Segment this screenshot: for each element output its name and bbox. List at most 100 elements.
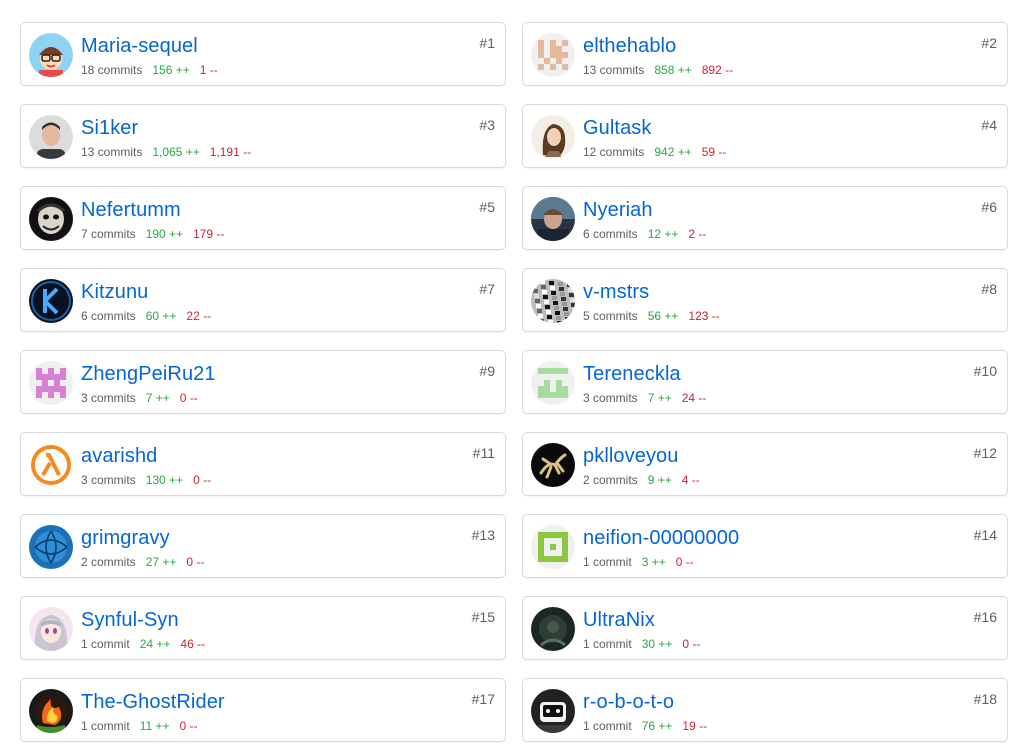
contributor-name-link[interactable]: r-o-b-o-t-o [583, 690, 674, 714]
contributor-name-link[interactable]: pklloveyou [583, 444, 679, 468]
contributor-name-link[interactable]: avarishd [81, 444, 157, 468]
rank-label: #3 [479, 117, 495, 133]
rank-label: #9 [479, 363, 495, 379]
deletions-count: 0 -- [179, 719, 198, 733]
contributor-name-link[interactable]: Gultask [583, 116, 652, 140]
additions-count: 60 ++ [145, 309, 177, 323]
additions-count: 858 ++ [654, 63, 692, 77]
avatar[interactable] [531, 689, 575, 733]
contributor-card: Nefertumm 7 commits 190 ++ 179 -- #5 [20, 186, 506, 250]
avatar[interactable] [531, 361, 575, 405]
contributor-name-link[interactable]: grimgravy [81, 526, 170, 550]
additions-count: 190 ++ [145, 227, 184, 241]
commit-count: 6 commits [583, 227, 638, 241]
avatar[interactable] [29, 33, 73, 77]
contributor-card: pklloveyou 2 commits 9 ++ 4 -- #12 [522, 432, 1008, 496]
rank-label: #17 [471, 691, 495, 707]
deletions-count: 0 -- [675, 555, 694, 569]
deletions-count: 24 -- [681, 391, 707, 405]
deletions-count: 59 -- [701, 145, 727, 159]
avatar[interactable] [531, 607, 575, 651]
contribution-stats: 1 commit 3 ++ 0 -- [583, 554, 694, 570]
additions-count: 30 ++ [641, 637, 673, 651]
contribution-stats: 3 commits 7 ++ 0 -- [81, 390, 198, 406]
avatar[interactable] [29, 115, 73, 159]
contribution-stats: 2 commits 27 ++ 0 -- [81, 554, 204, 570]
contributor-card: Nyeriah 6 commits 12 ++ 2 -- #6 [522, 186, 1008, 250]
deletions-count: 2 -- [688, 227, 707, 241]
additions-count: 130 ++ [145, 473, 184, 487]
avatar[interactable] [531, 115, 575, 159]
contributor-card: elthehablo 13 commits 858 ++ 892 -- #2 [522, 22, 1008, 86]
avatar[interactable] [29, 361, 73, 405]
contributor-name-link[interactable]: Nyeriah [583, 198, 653, 222]
avatar[interactable] [29, 197, 73, 241]
contributor-name-link[interactable]: neifion-00000000 [583, 526, 739, 550]
contribution-stats: 1 commit 30 ++ 0 -- [583, 636, 700, 652]
deletions-count: 22 -- [186, 309, 212, 323]
rank-label: #7 [479, 281, 495, 297]
avatar[interactable] [29, 443, 73, 487]
contribution-stats: 12 commits 942 ++ 59 -- [583, 144, 726, 160]
contributor-name-link[interactable]: Synful-Syn [81, 608, 179, 632]
contributors-grid: Maria-sequel 18 commits 156 ++ 1 -- #1 eltheh… [20, 22, 1008, 742]
contributor-card: Si1ker 13 commits 1,065 ++ 1,191 -- #3 [20, 104, 506, 168]
contribution-stats: 5 commits 56 ++ 123 -- [583, 308, 720, 324]
avatar[interactable] [29, 607, 73, 651]
contributor-name-link[interactable]: Si1ker [81, 116, 138, 140]
contributor-card: Kitzunu 6 commits 60 ++ 22 -- #7 [20, 268, 506, 332]
commit-count: 12 commits [583, 145, 645, 159]
contributor-name-link[interactable]: Tereneckla [583, 362, 681, 386]
commit-count: 2 commits [583, 473, 638, 487]
rank-label: #11 [472, 445, 495, 461]
contributor-name-link[interactable]: The-GhostRider [81, 690, 225, 714]
additions-count: 56 ++ [647, 309, 679, 323]
commit-count: 1 commit [583, 555, 632, 569]
contributor-name-link[interactable]: Maria-sequel [81, 34, 198, 58]
commit-count: 5 commits [583, 309, 638, 323]
commit-count: 6 commits [81, 309, 136, 323]
deletions-count: 892 -- [701, 63, 734, 77]
avatar[interactable] [29, 689, 73, 733]
contributor-card: Synful-Syn 1 commit 24 ++ 46 -- #15 [20, 596, 506, 660]
contribution-stats: 1 commit 24 ++ 46 -- [81, 636, 205, 652]
contributor-card: neifion-00000000 1 commit 3 ++ 0 -- #14 [522, 514, 1008, 578]
contributor-card: grimgravy 2 commits 27 ++ 0 -- #13 [20, 514, 506, 578]
avatar[interactable] [531, 197, 575, 241]
rank-label: #18 [973, 691, 997, 707]
contributor-name-link[interactable]: elthehablo [583, 34, 676, 58]
contributor-name-link[interactable]: UltraNix [583, 608, 655, 632]
contributor-card: Tereneckla 3 commits 7 ++ 24 -- #10 [522, 350, 1008, 414]
avatar[interactable] [531, 33, 575, 77]
deletions-count: 0 -- [179, 391, 198, 405]
contributor-name-link[interactable]: Nefertumm [81, 198, 181, 222]
contributor-name-link[interactable]: v-mstrs [583, 280, 649, 304]
contributor-name-link[interactable]: Kitzunu [81, 280, 148, 304]
contributor-card: v-mstrs 5 commits 56 ++ 123 -- #8 [522, 268, 1008, 332]
rank-label: #10 [973, 363, 997, 379]
commit-count: 3 commits [81, 473, 136, 487]
additions-count: 1,065 ++ [152, 145, 200, 159]
commit-count: 13 commits [81, 145, 143, 159]
contribution-stats: 1 commit 11 ++ 0 -- [81, 718, 198, 734]
rank-label: #2 [981, 35, 997, 51]
avatar[interactable] [531, 279, 575, 323]
avatar[interactable] [531, 525, 575, 569]
avatar[interactable] [531, 443, 575, 487]
additions-count: 27 ++ [145, 555, 177, 569]
contribution-stats: 2 commits 9 ++ 4 -- [583, 472, 700, 488]
contributor-card: The-GhostRider 1 commit 11 ++ 0 -- #17 [20, 678, 506, 742]
avatar[interactable] [29, 525, 73, 569]
deletions-count: 0 -- [193, 473, 212, 487]
contributor-name-link[interactable]: ZhengPeiRu21 [81, 362, 216, 386]
additions-count: 24 ++ [139, 637, 171, 651]
avatar[interactable] [29, 279, 73, 323]
deletions-count: 1 -- [199, 63, 218, 77]
rank-label: #16 [973, 609, 997, 625]
commit-count: 7 commits [81, 227, 136, 241]
contribution-stats: 18 commits 156 ++ 1 -- [81, 62, 218, 78]
deletions-count: 0 -- [682, 637, 701, 651]
rank-label: #5 [479, 199, 495, 215]
additions-count: 11 ++ [139, 719, 170, 733]
additions-count: 156 ++ [152, 63, 190, 77]
